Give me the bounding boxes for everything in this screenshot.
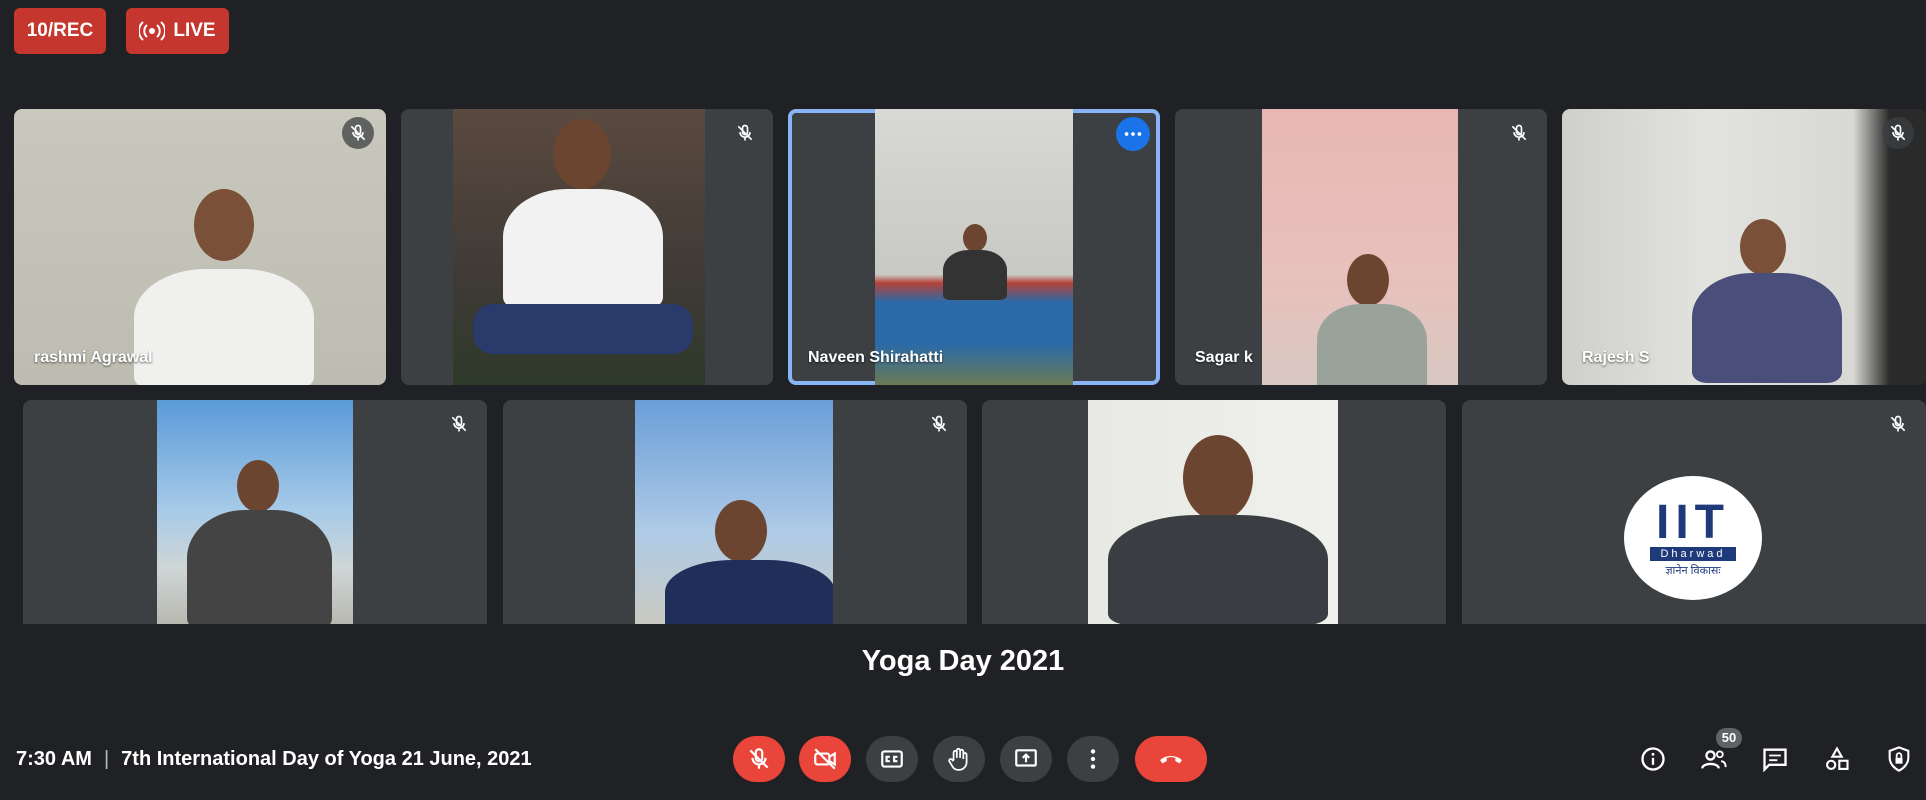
separator: |: [103, 748, 110, 770]
participant-tile[interactable]: Rajesh S: [1562, 109, 1926, 385]
mic-off-icon: [451, 415, 467, 432]
iit-dharwad-logo: IIT Dharwad ज्ञानेन विकासः: [1624, 476, 1762, 600]
participant-video: [635, 400, 833, 624]
more-options-button[interactable]: [1067, 736, 1119, 782]
logo-motto: ज्ञानेन विकासः: [1665, 564, 1721, 577]
participant-video: [1562, 109, 1926, 385]
info-icon: [1641, 747, 1665, 771]
mic-off-icon: [931, 415, 947, 432]
mic-muted-indicator: [1882, 117, 1914, 149]
participant-tile[interactable]: IIT Dharwad ज्ञानेन विकासः: [1462, 400, 1926, 624]
mic-off-icon: [737, 124, 753, 141]
participant-video: [1262, 109, 1458, 385]
mic-muted-indicator: [923, 408, 955, 440]
mic-off-icon: [1890, 124, 1906, 141]
bottom-toolbar: 7:30 AM | 7th International Day of Yoga 21…: [0, 720, 1926, 800]
presentation-caption: Yoga Day 2021: [861, 645, 1065, 677]
captions-icon: [881, 750, 903, 768]
end-call-icon: [1160, 756, 1182, 764]
mic-off-icon: [1511, 124, 1527, 141]
microphone-toggle-button[interactable]: [733, 736, 785, 782]
mic-muted-indicator: [729, 117, 761, 149]
participant-count-badge: 50: [1716, 728, 1742, 748]
activities-icon: [1826, 746, 1849, 770]
participant-video: [157, 400, 353, 624]
participant-tile[interactable]: [982, 400, 1446, 624]
clock-time: 7:30 AM: [16, 748, 92, 770]
participant-tile[interactable]: Sagar k: [1175, 109, 1547, 385]
more-horizontal-icon: [1124, 132, 1142, 136]
recording-label: 10/REC: [26, 20, 94, 41]
participant-video: [1088, 400, 1338, 624]
more-options-icon: [1090, 749, 1096, 769]
participant-tile-active[interactable]: Naveen Shirahatti: [788, 109, 1160, 385]
participant-tile[interactable]: [503, 400, 967, 624]
participant-video: [453, 109, 705, 385]
camera-toggle-button[interactable]: [799, 736, 851, 782]
mic-muted-indicator: [1882, 408, 1914, 440]
participant-video: [14, 109, 386, 385]
activities-button[interactable]: [1820, 742, 1854, 776]
host-controls-button[interactable]: [1882, 742, 1916, 776]
participant-name: Sagar k: [1195, 349, 1253, 366]
participant-name: Rajesh S: [1582, 349, 1650, 366]
mic-off-icon: [350, 124, 366, 141]
participant-name: rashmi Agrawal: [34, 349, 153, 366]
live-broadcast-icon: [139, 21, 166, 41]
live-badge: LIVE: [126, 8, 229, 54]
camera-off-icon: [814, 748, 836, 770]
mic-muted-indicator: [1503, 117, 1535, 149]
captions-button[interactable]: [866, 736, 918, 782]
host-controls-icon: [1888, 746, 1910, 772]
leave-call-button[interactable]: [1135, 736, 1207, 782]
logo-mark: IIT: [1656, 495, 1730, 549]
meeting-details-button[interactable]: [1636, 742, 1670, 776]
logo-place: Dharwad: [1650, 546, 1736, 561]
meeting-info: 7:30 AM | 7th International Day of Yoga 21…: [16, 748, 532, 771]
live-label: LIVE: [173, 20, 216, 41]
mic-off-icon: [749, 748, 769, 769]
recording-badge: 10/REC: [14, 8, 106, 54]
raise-hand-button[interactable]: [933, 736, 985, 782]
participant-tile[interactable]: rashmi Agrawal: [14, 109, 386, 385]
chat-icon: [1763, 748, 1787, 773]
chat-button[interactable]: [1758, 742, 1792, 776]
participant-tile[interactable]: [401, 109, 773, 385]
mic-off-icon: [1890, 415, 1906, 432]
present-screen-button[interactable]: [1000, 736, 1052, 782]
participant-name: Naveen Shirahatti: [808, 349, 944, 366]
mic-muted-indicator: [443, 408, 475, 440]
mic-muted-indicator: [342, 117, 374, 149]
participant-tile[interactable]: [23, 400, 487, 624]
participant-options-button[interactable]: [1116, 117, 1150, 151]
present-icon: [1015, 749, 1037, 767]
people-icon: [1701, 750, 1727, 769]
raise-hand-icon: [948, 747, 968, 771]
meeting-title: 7th International Day of Yoga 21 June, 2…: [121, 748, 532, 770]
participant-video: [875, 109, 1073, 385]
